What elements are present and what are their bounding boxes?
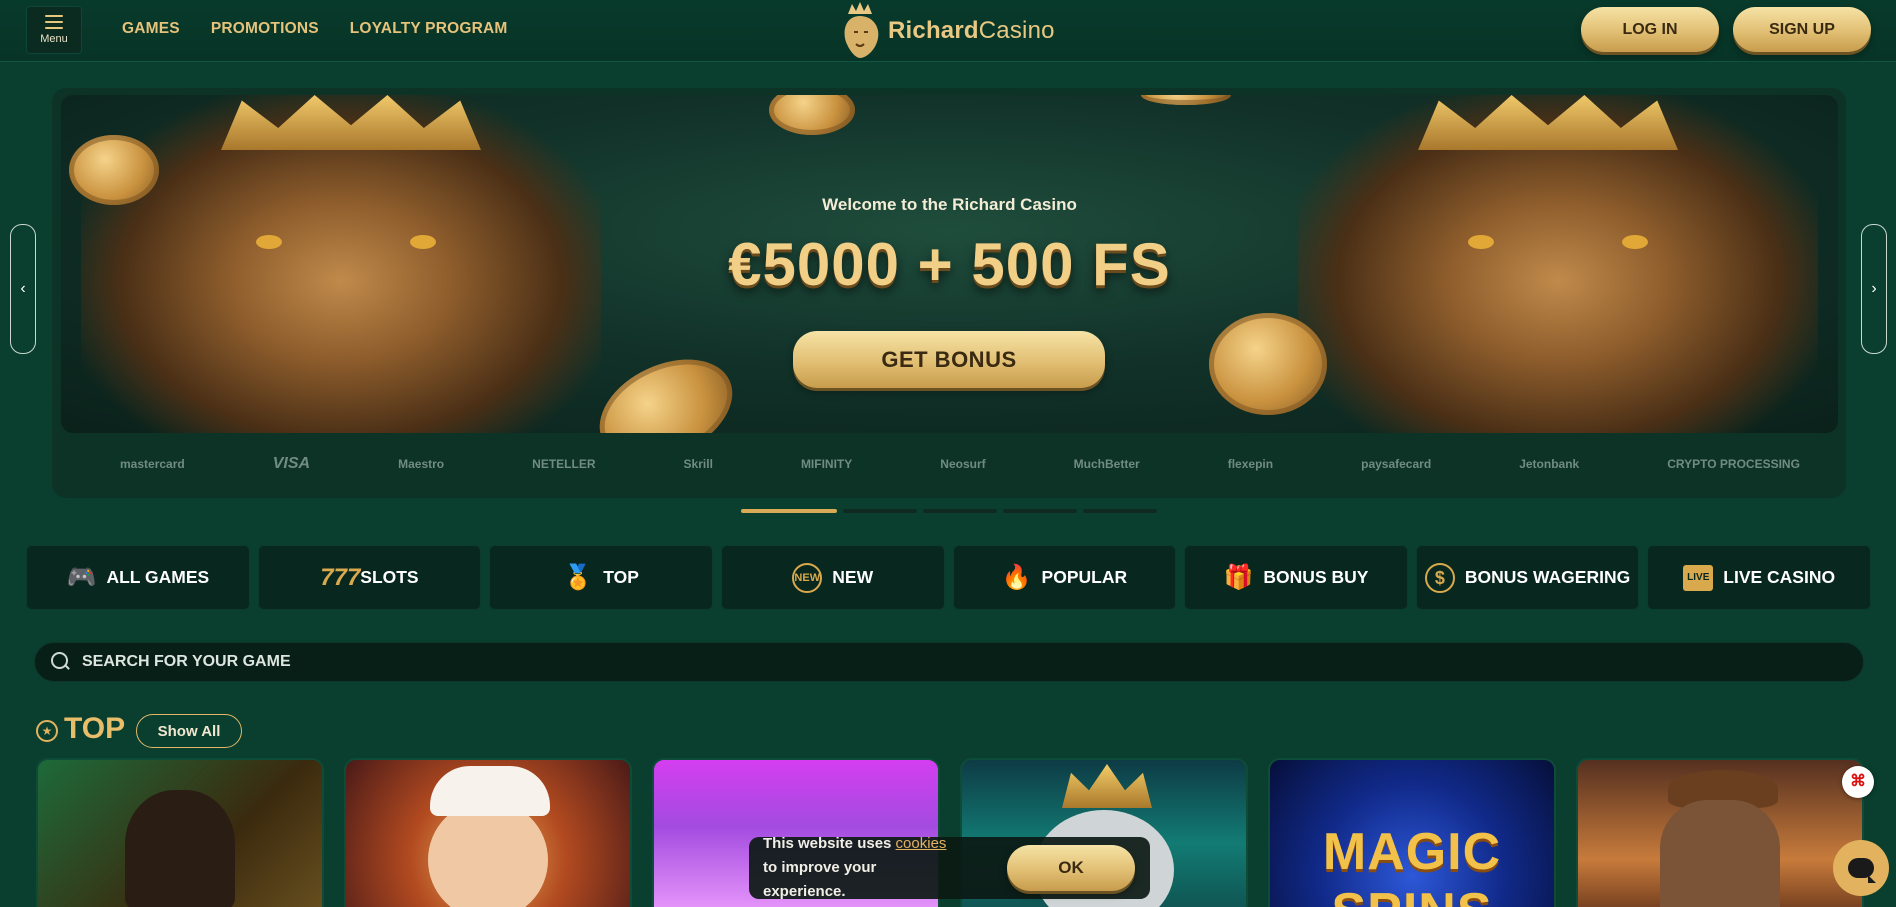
- nav-loyalty-program[interactable]: LOYALTY PROGRAM: [350, 20, 508, 38]
- site-logo[interactable]: RichardCasino: [836, 0, 1055, 62]
- cookie-banner: This website uses cookies to improve you…: [749, 835, 1150, 900]
- dollar-cycle-icon: $: [1424, 562, 1455, 593]
- search-icon: [51, 652, 71, 672]
- game-card[interactable]: [1576, 758, 1864, 907]
- get-bonus-button[interactable]: GET BONUS: [793, 331, 1105, 388]
- game-title: MAGIC SPINS: [1322, 823, 1502, 907]
- muchbetter-logo: MuchBetter: [1073, 457, 1140, 471]
- chat-icon: [1848, 858, 1876, 883]
- tab-new[interactable]: NEW NEW: [720, 545, 945, 610]
- tab-popular[interactable]: 🔥 POPULAR: [952, 545, 1177, 610]
- coin-decoration: [1209, 313, 1327, 415]
- slide-dot-2[interactable]: [843, 509, 917, 513]
- tab-all-games[interactable]: 🎮 ALL GAMES: [26, 545, 250, 610]
- game-search[interactable]: [34, 642, 1864, 682]
- category-tabs: 🎮 ALL GAMES 777 SLOTS 🏅 TOP NEW NEW 🔥 PO…: [26, 545, 1871, 610]
- live-icon: LIVE: [1683, 564, 1714, 591]
- main-nav: GAMES PROMOTIONS LOYALTY PROGRAM: [122, 20, 508, 38]
- signup-button[interactable]: SIGN UP: [1733, 7, 1871, 52]
- jetonbank-logo: Jetonbank: [1519, 457, 1580, 471]
- menu-label: Menu: [40, 33, 68, 45]
- menu-button[interactable]: Menu: [26, 6, 82, 54]
- mastercard-logo: mastercard: [120, 457, 185, 471]
- slide-dot-1[interactable]: [741, 509, 837, 513]
- neteller-logo: NETELLER: [532, 457, 596, 471]
- tab-slots[interactable]: 777 SLOTS: [257, 545, 482, 610]
- flexepin-logo: flexepin: [1227, 457, 1274, 471]
- search-input[interactable]: [82, 653, 982, 671]
- maestro-logo: Maestro: [398, 457, 445, 471]
- mifinity-logo: MIFINITY: [800, 457, 853, 471]
- hamburger-icon: [45, 15, 63, 29]
- cookies-link[interactable]: cookies: [896, 835, 947, 852]
- nav-games[interactable]: GAMES: [122, 20, 180, 38]
- crypto-processing-logo: CRYPTO PROCESSING: [1667, 457, 1800, 471]
- banner-title: €5000 + 500 FS: [728, 231, 1171, 298]
- neosurf-logo: Neosurf: [940, 457, 986, 471]
- game-card[interactable]: [344, 758, 632, 907]
- slide-dot-4[interactable]: [1003, 509, 1077, 513]
- tab-live-casino[interactable]: LIVE LIVE CASINO: [1647, 545, 1871, 610]
- visa-logo: VISA: [272, 455, 311, 472]
- banner-subtitle: Welcome to the Richard Casino: [822, 195, 1077, 214]
- coin-decoration: [583, 339, 749, 433]
- prev-slide-button[interactable]: ‹: [10, 224, 36, 354]
- gamepad-icon: 🎮: [66, 564, 97, 591]
- top-header: Menu GAMES PROMOTIONS LOYALTY PROGRAM Ri…: [0, 0, 1896, 62]
- pdf-extension-icon[interactable]: ⌘: [1842, 766, 1874, 798]
- slide-indicators: [741, 509, 1157, 513]
- coin-decoration: [1141, 95, 1231, 105]
- coin-decoration: [769, 95, 855, 135]
- section-title-top: TOP: [64, 712, 126, 745]
- flame-icon: 🔥: [1001, 564, 1032, 591]
- slots-777-icon: 777: [320, 563, 361, 591]
- nav-promotions[interactable]: PROMOTIONS: [211, 20, 319, 38]
- cookie-text: This website uses cookies to improve you…: [763, 835, 947, 900]
- star-circle-icon: ★: [36, 720, 58, 742]
- lion-crown-icon: [844, 2, 879, 58]
- tab-bonus-buy[interactable]: 🎁 BONUS BUY: [1184, 545, 1408, 610]
- skrill-logo: Skrill: [683, 457, 713, 471]
- slide-dot-5[interactable]: [1083, 509, 1157, 513]
- promo-banner: Welcome to the Richard Casino €5000 + 50…: [61, 95, 1838, 433]
- game-card[interactable]: [36, 758, 324, 907]
- live-chat-button[interactable]: [1833, 840, 1889, 896]
- tab-top[interactable]: 🏅 TOP: [489, 545, 713, 610]
- cookie-ok-button[interactable]: OK: [1007, 845, 1135, 891]
- next-slide-button[interactable]: ›: [1861, 224, 1887, 354]
- show-all-button[interactable]: Show All: [136, 714, 242, 748]
- paysafecard-logo: paysafecard: [1361, 457, 1432, 471]
- logo-text: RichardCasino: [888, 17, 1055, 44]
- game-card[interactable]: MAGIC SPINS: [1268, 758, 1556, 907]
- slide-dot-3[interactable]: [923, 509, 997, 513]
- gift-icon: 🎁: [1223, 564, 1254, 591]
- tab-bonus-wagering[interactable]: $ BONUS WAGERING: [1415, 545, 1640, 610]
- payment-methods: mastercard VISA Maestro NETELLER Skrill …: [120, 452, 1800, 476]
- medal-icon: 🏅: [563, 564, 594, 591]
- login-button[interactable]: LOG IN: [1581, 7, 1719, 52]
- new-badge-icon: NEW: [792, 562, 823, 593]
